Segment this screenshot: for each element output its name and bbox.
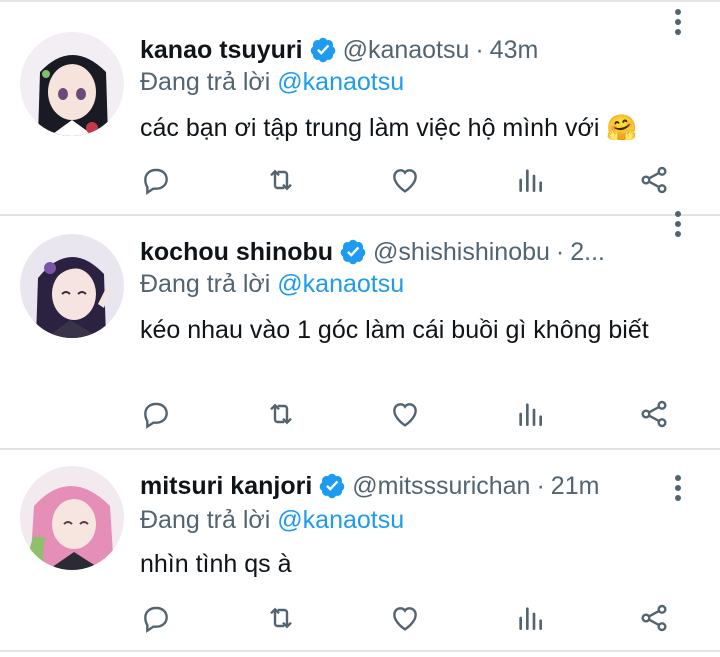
tweet-text: kéo nhau vào 1 góc làm cái buồi gì không… [140, 316, 649, 344]
retweet-icon[interactable] [265, 602, 299, 636]
heart-icon[interactable] [389, 602, 423, 636]
user-handle[interactable]: @shishishinobu [373, 238, 550, 267]
share-icon[interactable] [638, 602, 672, 636]
separator-dot: · [536, 471, 545, 500]
verified-badge-icon [339, 238, 367, 266]
user-handle[interactable]: @kanaotsu [343, 36, 470, 65]
display-name[interactable]: kochou shinobu [140, 238, 333, 267]
action-bar [140, 398, 680, 432]
replying-to: Đang trả lời @kanaotsu [140, 68, 404, 97]
replying-to: Đang trả lời @kanaotsu [140, 270, 404, 299]
timestamp[interactable]: 2... [570, 238, 605, 267]
tweet-header: mitsuri kanjori @mitsssurichan · 21m [140, 466, 660, 506]
tweet-header: kanao tsuyuri @kanaotsu · 43m [140, 30, 660, 70]
more-vertical-icon[interactable] [664, 6, 692, 40]
heart-icon[interactable] [389, 398, 423, 432]
share-icon[interactable] [638, 398, 672, 432]
user-handle[interactable]: @mitsssurichan [352, 472, 530, 501]
retweet-icon[interactable] [265, 164, 299, 198]
tweet-item[interactable]: mitsuri kanjori @mitsssurichan · 21m Đan… [0, 450, 720, 652]
replying-prefix: Đang trả lời [140, 68, 278, 96]
reply-icon[interactable] [140, 164, 174, 198]
retweet-icon[interactable] [265, 398, 299, 432]
avatar[interactable] [20, 32, 124, 136]
reply-mention-link[interactable]: @kanaotsu [277, 68, 404, 96]
analytics-icon[interactable] [514, 164, 548, 198]
reply-mention-link[interactable]: @kanaotsu [277, 506, 404, 534]
tweet-text: nhìn tình qs à [140, 550, 292, 578]
display-name[interactable]: mitsuri kanjori [140, 472, 312, 501]
display-name[interactable]: kanao tsuyuri [140, 36, 303, 65]
action-bar [140, 164, 680, 198]
timestamp[interactable]: 43m [490, 36, 539, 65]
avatar[interactable] [20, 234, 124, 338]
tweet-item[interactable]: kochou shinobu @shishishinobu · 2... Đan… [0, 211, 720, 450]
more-vertical-icon[interactable] [664, 472, 692, 506]
timestamp[interactable]: 21m [551, 472, 600, 501]
share-icon[interactable] [638, 164, 672, 198]
separator-dot: · [475, 35, 484, 64]
replying-to: Đang trả lời @kanaotsu [140, 506, 404, 535]
reply-icon[interactable] [140, 398, 174, 432]
verified-badge-icon [318, 472, 346, 500]
replying-prefix: Đang trả lời [140, 270, 278, 298]
tweet-header: kochou shinobu @shishishinobu · 2... [140, 232, 660, 272]
avatar[interactable] [20, 466, 124, 570]
analytics-icon[interactable] [514, 398, 548, 432]
separator-dot: · [555, 237, 565, 266]
verified-badge-icon [309, 36, 337, 64]
reply-icon[interactable] [140, 602, 174, 636]
tweet-text: các bạn ơi tập trung làm việc hộ mình vớ… [140, 114, 638, 142]
action-bar [140, 602, 680, 636]
tweet-item[interactable]: kanao tsuyuri @kanaotsu · 43m Đang trả l… [0, 2, 720, 216]
replying-prefix: Đang trả lời [140, 506, 278, 534]
reply-mention-link[interactable]: @kanaotsu [277, 270, 404, 298]
more-vertical-icon[interactable] [664, 208, 692, 242]
analytics-icon[interactable] [514, 602, 548, 636]
heart-icon[interactable] [389, 164, 423, 198]
